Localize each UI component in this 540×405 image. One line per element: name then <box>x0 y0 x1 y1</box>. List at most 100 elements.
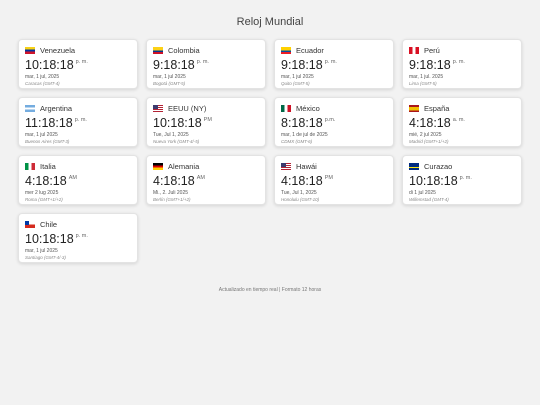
clock-time: 4:18:18 <box>25 174 67 188</box>
country-name: Alemania <box>168 162 200 171</box>
page-title: Reloj Mundial <box>236 16 304 28</box>
clock-date: di 1 jul 2025 <box>409 190 436 196</box>
clock-timezone: Santiago (GMT-4/-3) <box>25 255 66 260</box>
time-row: 10:18:18 PM <box>153 116 259 131</box>
clock-timezone: Buenos Aires (GMT-3) <box>25 139 70 144</box>
mexico-flag-icon <box>281 105 291 112</box>
clock-date: Mi., 2. Juli 2025 <box>153 190 189 196</box>
time-row: 11:18:18 p. m. <box>25 116 131 131</box>
footer-status: Actualizado en tiempo real | Formato 12 … <box>218 287 322 293</box>
clock-period: p. m. <box>196 59 209 65</box>
time-row: 4:18:18 a. m. <box>409 116 515 131</box>
spain-flag-icon <box>409 105 419 112</box>
clock-period: p. m. <box>75 233 88 239</box>
clock-period: AM <box>196 175 205 181</box>
clock-date: mar, 1 de jul de 2025 <box>281 132 328 138</box>
clock-card-ecuador: Ecuador 9:18:18 p. m. mar, 1 jul 2025 Qu… <box>274 39 394 89</box>
clock-date: mar, 1 jul. 2025 <box>409 74 444 80</box>
clock-card-espana: España 4:18:18 a. m. mié, 2 jul 2025 Mad… <box>402 97 522 147</box>
card-header: Alemania <box>153 161 259 172</box>
card-header: Ecuador <box>281 45 387 56</box>
clock-period: p. m. <box>324 59 337 65</box>
clock-time: 9:18:18 <box>409 58 451 72</box>
country-name: Perú <box>424 46 440 55</box>
clock-time: 4:18:18 <box>281 174 323 188</box>
clock-timezone: Caracas (GMT-4) <box>25 81 60 86</box>
clock-timezone: Honolulu (GMT-10) <box>281 197 320 202</box>
clock-period: PM <box>203 117 212 123</box>
clock-card-eeuu-ny: EEUU (NY) 10:18:18 PM Tue, Jul 1, 2025 N… <box>146 97 266 147</box>
clock-time: 11:18:18 <box>25 116 73 130</box>
clock-card-colombia: Colombia 9:18:18 p. m. mar, 1 jul 2025 B… <box>146 39 266 89</box>
country-name: Curazao <box>424 162 453 171</box>
time-row: 4:18:18 AM <box>25 174 131 189</box>
germany-flag-icon <box>153 163 163 170</box>
clock-date: mié, 2 jul 2025 <box>409 132 442 138</box>
card-header: Argentina <box>25 103 131 114</box>
clock-card-italia: Italia 4:18:18 AM mer 2 lug 2025 Roma (G… <box>18 155 138 205</box>
clock-timezone: Nueva York (GMT-4/-5) <box>153 139 200 144</box>
clock-period: p. m. <box>459 175 472 181</box>
clock-period: AM <box>68 175 77 181</box>
clock-time: 10:18:18 <box>25 58 74 72</box>
clock-card-venezuela: Venezuela 10:18:18 p. m. mar, 1 jul, 202… <box>18 39 138 89</box>
country-name: España <box>424 104 450 113</box>
country-name: EEUU (NY) <box>168 104 207 113</box>
clock-date: mar, 1 jul 2025 <box>25 132 58 138</box>
clock-card-chile: Chile 10:18:18 p. m. mar, 1 jul 2025 San… <box>18 213 138 263</box>
clock-card-mexico: México 8:18:18 p.m. mar, 1 de jul de 202… <box>274 97 394 147</box>
colombia-flag-icon <box>153 47 163 54</box>
clock-time: 9:18:18 <box>281 58 323 72</box>
clock-timezone: Madrid (GMT+1/+2) <box>409 139 449 144</box>
clock-card-hawai: Hawái 4:18:18 PM Tue, Jul 1, 2025 Honolu… <box>274 155 394 205</box>
clock-timezone: Quito (GMT-5) <box>281 81 310 86</box>
card-header: Colombia <box>153 45 259 56</box>
clock-period: PM <box>324 175 333 181</box>
clock-period: p. m. <box>75 59 88 65</box>
country-name: Ecuador <box>296 46 324 55</box>
country-name: Chile <box>40 220 58 229</box>
country-name: Argentina <box>40 104 73 113</box>
card-header: Chile <box>25 219 131 230</box>
clock-time: 9:18:18 <box>153 58 195 72</box>
time-row: 9:18:18 p. m. <box>153 58 259 73</box>
time-row: 4:18:18 AM <box>153 174 259 189</box>
clock-timezone: Bogotá (GMT-5) <box>153 81 186 86</box>
card-header: Hawái <box>281 161 387 172</box>
country-name: México <box>296 104 320 113</box>
clock-date: Tue, Jul 1, 2025 <box>281 190 317 196</box>
country-name: Venezuela <box>40 46 76 55</box>
clock-timezone: Berlín (GMT+1/+2) <box>153 197 191 202</box>
time-row: 4:18:18 PM <box>281 174 387 189</box>
clock-period: p.m. <box>324 117 336 123</box>
card-header: España <box>409 103 515 114</box>
card-header: Italia <box>25 161 131 172</box>
clock-date: mer 2 lug 2025 <box>25 190 59 196</box>
time-row: 9:18:18 p. m. <box>281 58 387 73</box>
country-name: Italia <box>40 162 56 171</box>
card-header: Venezuela <box>25 45 131 56</box>
time-row: 9:18:18 p. m. <box>409 58 515 73</box>
clock-timezone: Lima (GMT-5) <box>409 81 437 86</box>
card-header: Curazao <box>409 161 515 172</box>
clock-time: 4:18:18 <box>153 174 195 188</box>
clock-timezone: CDMX (GMT-6) <box>281 139 313 144</box>
clock-period: p. m. <box>74 117 87 123</box>
clock-timezone: Roma (GMT+1/+2) <box>25 197 63 202</box>
time-row: 8:18:18 p.m. <box>281 116 387 131</box>
usa-flag-icon <box>153 105 163 112</box>
card-header: Perú <box>409 45 515 56</box>
clock-period: p. m. <box>452 59 465 65</box>
card-header: México <box>281 103 387 114</box>
clock-time: 4:18:18 <box>409 116 451 130</box>
clock-period: a. m. <box>452 117 465 123</box>
clock-date: mar, 1 jul 2025 <box>153 74 186 80</box>
clock-time: 10:18:18 <box>153 116 202 130</box>
time-row: 10:18:18 p. m. <box>25 232 131 247</box>
peru-flag-icon <box>409 47 419 54</box>
argentina-flag-icon <box>25 105 35 112</box>
clock-time: 10:18:18 <box>25 232 74 246</box>
clock-date: mar, 1 jul, 2025 <box>25 74 60 80</box>
italy-flag-icon <box>25 163 35 170</box>
clock-card-peru: Perú 9:18:18 p. m. mar, 1 jul. 2025 Lima… <box>402 39 522 89</box>
